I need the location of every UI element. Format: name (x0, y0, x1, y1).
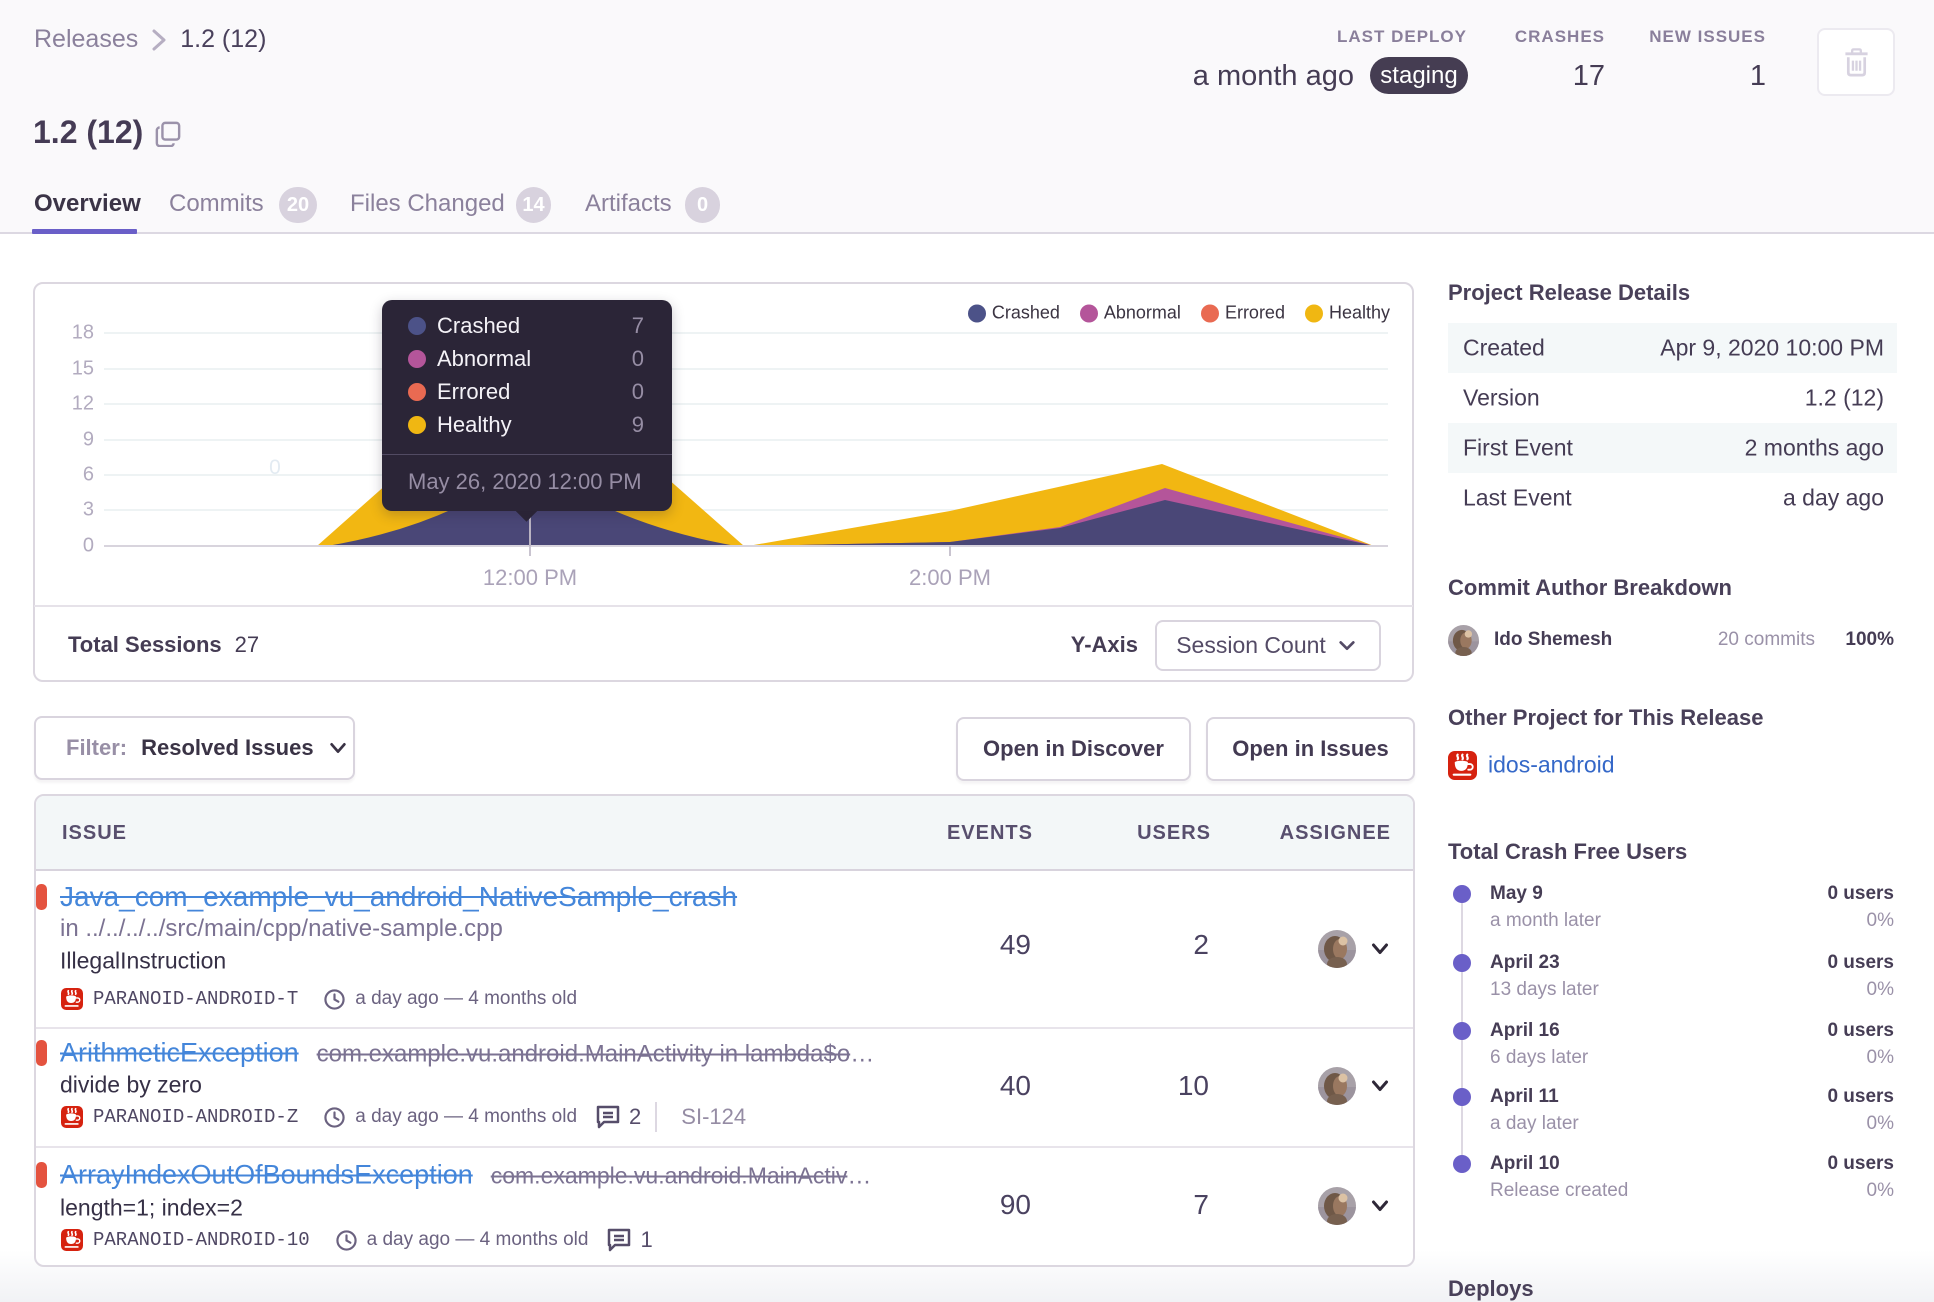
svg-text:0: 0 (269, 456, 281, 479)
